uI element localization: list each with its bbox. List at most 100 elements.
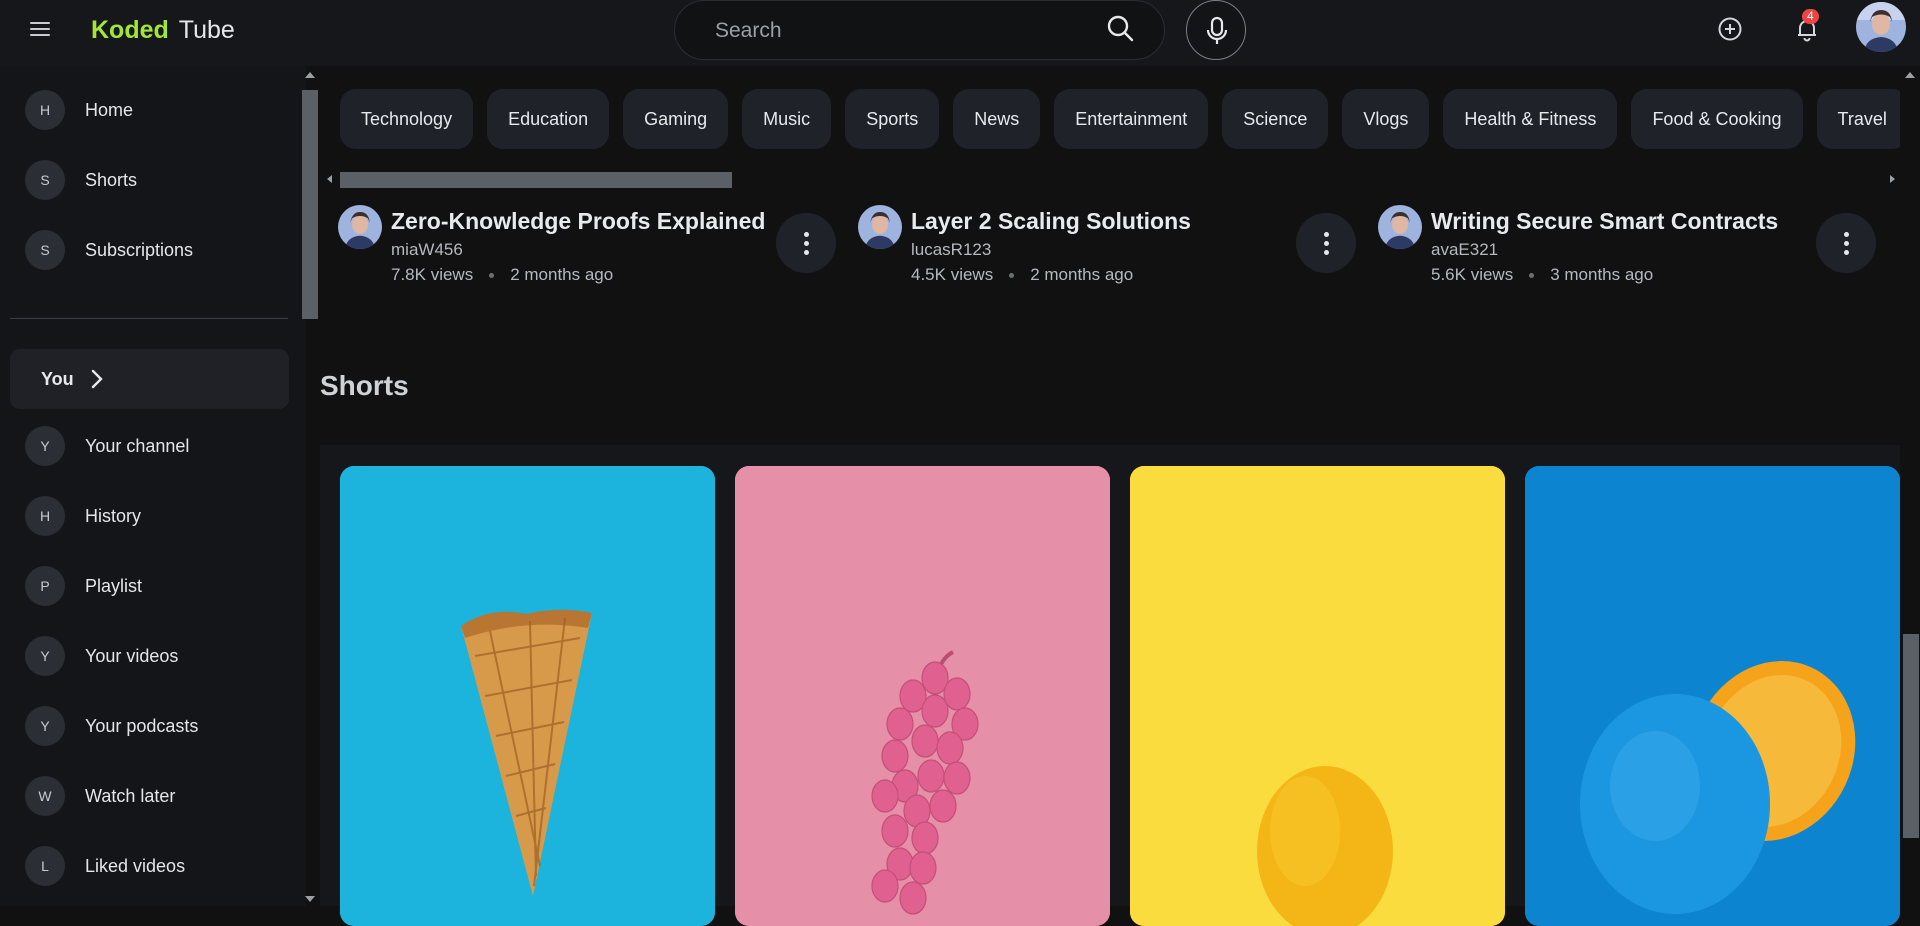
sidebar-item-watch-later[interactable]: W Watch later — [0, 768, 290, 824]
sidebar-item-label: Watch later — [85, 785, 176, 806]
channel-avatar[interactable] — [338, 205, 382, 249]
sidebar-item-label: Playlist — [85, 575, 143, 596]
scroll-left-arrow-icon[interactable] — [327, 175, 332, 183]
logo[interactable]: Koded Tube — [91, 16, 235, 45]
sidebar-item-label: History — [85, 505, 142, 526]
chip-travel[interactable]: Travel — [1816, 89, 1900, 149]
video-title[interactable]: Zero-Knowledge Proofs Explained — [391, 208, 765, 235]
video-channel[interactable]: miaW456 — [391, 240, 463, 260]
scroll-down-arrow-icon[interactable] — [305, 896, 315, 902]
short-card-ice-cream[interactable] — [340, 466, 715, 926]
video-card[interactable]: Layer 2 Scaling Solutions lucasR123 4.5K… — [858, 205, 1378, 295]
sidebar-item-badge: W — [25, 776, 65, 816]
more-options-button[interactable] — [1816, 213, 1876, 273]
video-card[interactable]: Zero-Knowledge Proofs Explained miaW456 … — [338, 205, 858, 295]
search-input[interactable] — [715, 13, 1095, 49]
chip-sports[interactable]: Sports — [845, 89, 940, 149]
short-card-lemon[interactable] — [1130, 466, 1505, 926]
add-circle-icon[interactable] — [1715, 14, 1745, 44]
separator-dot — [1529, 273, 1535, 279]
sidebar-item-badge: Y — [25, 426, 65, 466]
video-title[interactable]: Writing Secure Smart Contracts — [1431, 208, 1778, 235]
video-age: 2 months ago — [510, 265, 614, 284]
chip-entertainment[interactable]: Entertainment — [1054, 89, 1209, 149]
sidebar-item-badge: L — [25, 846, 65, 886]
sidebar-item-badge: Y — [25, 706, 65, 746]
sidebar-item-history[interactable]: H History — [0, 488, 290, 544]
sidebar-item-your-podcasts[interactable]: Y Your podcasts — [0, 698, 290, 754]
short-thumbnail — [1525, 466, 1900, 926]
sidebar-item-shorts[interactable]: S Shorts — [0, 152, 290, 208]
video-age: 3 months ago — [1550, 265, 1654, 284]
sidebar-item-home[interactable]: H Home — [0, 82, 290, 138]
channel-avatar[interactable] — [1378, 205, 1422, 249]
shorts-heading: Shorts — [320, 370, 409, 401]
menu-icon[interactable] — [26, 18, 54, 46]
video-channel[interactable]: avaE321 — [1431, 240, 1498, 260]
sidebar-item-liked-videos[interactable]: L Liked videos — [0, 838, 290, 894]
chip-health-fitness[interactable]: Health & Fitness — [1443, 89, 1618, 149]
logo-first-word: Koded — [91, 16, 169, 44]
mic-icon — [1206, 16, 1228, 44]
search-bar — [674, 0, 1165, 60]
video-views: 5.6K views — [1431, 265, 1514, 284]
sidebar-item-badge: P — [25, 566, 65, 606]
main-scroll-thumb[interactable] — [1903, 634, 1919, 838]
sidebar-item-your-videos[interactable]: Y Your videos — [0, 628, 290, 684]
more-options-button[interactable] — [1296, 213, 1356, 273]
sidebar-item-subscriptions[interactable]: S Subscriptions — [0, 222, 290, 278]
scroll-up-arrow-icon[interactable] — [1905, 72, 1915, 78]
chip-vlogs[interactable]: Vlogs — [1342, 89, 1430, 149]
sidebar-item-badge: H — [25, 496, 65, 536]
chip-gaming[interactable]: Gaming — [623, 89, 729, 149]
main-scrollbar[interactable] — [1900, 66, 1920, 906]
sidebar-item-label: Your channel — [85, 435, 190, 456]
sidebar-item-badge: S — [25, 160, 65, 200]
sidebar-item-label: Your videos — [85, 645, 179, 666]
video-meta: 7.8K views 2 months ago — [391, 265, 613, 285]
video-title[interactable]: Layer 2 Scaling Solutions — [911, 208, 1191, 235]
search-icon[interactable] — [1104, 13, 1136, 45]
chip-science[interactable]: Science — [1222, 89, 1329, 149]
chips-scroll-thumb[interactable] — [340, 172, 732, 188]
more-options-button[interactable] — [776, 213, 836, 273]
you-label: You — [41, 368, 74, 389]
avatar[interactable] — [1856, 2, 1906, 52]
sidebar-scroll-thumb[interactable] — [302, 90, 318, 319]
sidebar-item-badge: S — [25, 230, 65, 270]
sidebar-scrollbar[interactable] — [300, 66, 318, 906]
video-channel[interactable]: lucasR123 — [911, 240, 991, 260]
short-card-orange[interactable] — [1525, 466, 1900, 926]
sidebar-item-badge: H — [25, 90, 65, 130]
sidebar-item-label: Liked videos — [85, 855, 186, 876]
short-thumbnail — [1130, 466, 1505, 926]
notification-badge: 4 — [1802, 9, 1819, 24]
chip-news[interactable]: News — [953, 89, 1041, 149]
sidebar-item-label: Your podcasts — [85, 715, 199, 736]
chips-scrollbar[interactable] — [324, 170, 1898, 188]
chevron-right-icon — [91, 369, 103, 389]
mic-button[interactable] — [1186, 0, 1246, 60]
video-card[interactable]: Writing Secure Smart Contracts avaE321 5… — [1378, 205, 1898, 295]
chip-music[interactable]: Music — [742, 89, 832, 149]
channel-avatar[interactable] — [858, 205, 902, 249]
scroll-right-arrow-icon[interactable] — [1890, 175, 1895, 183]
sidebar: H Home S Shorts S Subscriptions You Y Your c… — [0, 66, 306, 906]
video-views: 7.8K views — [391, 265, 474, 284]
sidebar-you-header[interactable]: You — [10, 349, 289, 409]
separator-dot — [489, 273, 495, 279]
chip-education[interactable]: Education — [487, 89, 610, 149]
short-thumbnail — [340, 466, 715, 926]
chip-food-cooking[interactable]: Food & Cooking — [1631, 89, 1803, 149]
video-views: 4.5K views — [911, 265, 994, 284]
category-chips: Technology Education Gaming Music Sports News… — [340, 89, 1900, 149]
chip-technology[interactable]: Technology — [340, 89, 474, 149]
sidebar-divider — [10, 318, 288, 319]
scroll-up-arrow-icon[interactable] — [305, 72, 315, 78]
sidebar-item-your-channel[interactable]: Y Your channel — [0, 418, 290, 474]
short-card-grapes[interactable] — [735, 466, 1110, 926]
sidebar-item-playlist[interactable]: P Playlist — [0, 558, 290, 614]
sidebar-item-label: Home — [85, 99, 134, 120]
short-thumbnail — [735, 466, 1110, 926]
video-meta: 5.6K views 3 months ago — [1431, 265, 1653, 285]
